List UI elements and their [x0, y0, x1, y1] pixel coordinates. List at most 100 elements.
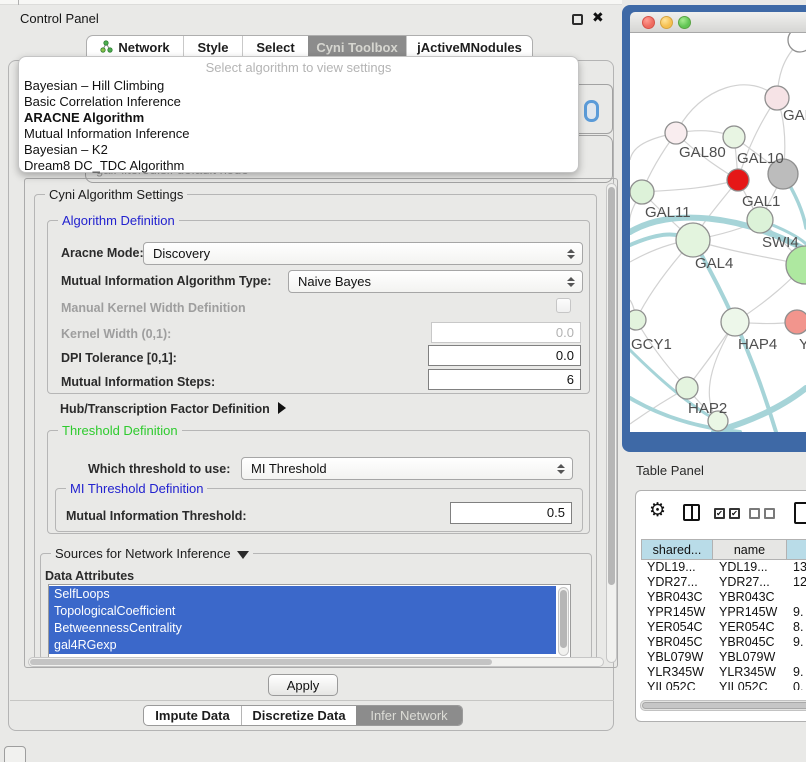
cell[interactable]: YPR145W [641, 605, 713, 620]
cell[interactable]: YBL079W [641, 650, 713, 665]
cell[interactable]: YPR145W [713, 605, 787, 620]
network-window[interactable]: GAL GAL80 GAL10 GAL1 GAL11 SWI4 GAL4 GCY… [622, 5, 806, 452]
dropdown-item[interactable]: Mutual Information Inference [19, 126, 578, 142]
node-gal80[interactable] [665, 122, 687, 144]
column-header-shared-name[interactable]: shared... [641, 540, 713, 559]
tab-impute-data[interactable]: Impute Data [144, 706, 241, 725]
float-panel-icon[interactable] [572, 14, 583, 25]
settings-vertical-scrollbar[interactable] [606, 183, 617, 663]
gear-icon[interactable]: ⚙ [649, 500, 666, 522]
list-item[interactable]: gal4RGexp [49, 637, 556, 654]
close-icon[interactable]: ✖ [592, 9, 604, 26]
minimize-traffic-light-icon[interactable] [660, 16, 673, 29]
aracne-mode-combo[interactable]: Discovery [143, 242, 583, 265]
mi-steps-field[interactable]: 6 [428, 369, 581, 390]
table-row[interactable]: YER054C YER054C 8. [641, 620, 806, 635]
cell[interactable]: YIL052C [641, 680, 713, 690]
dpi-tolerance-field[interactable]: 0.0 [428, 345, 581, 366]
node-hap4[interactable] [721, 308, 749, 336]
table-row[interactable]: YDR27... YDR27... 12 [641, 575, 806, 590]
table-row[interactable]: YBR043C YBR043C [641, 590, 806, 605]
mi-algorithm-type-combo[interactable]: Naive Bayes [288, 270, 583, 293]
cell[interactable]: YDR27... [713, 575, 787, 590]
manual-kernel-width-checkbox[interactable] [556, 298, 571, 313]
node-gcy1[interactable] [630, 310, 646, 330]
cell[interactable]: YBL079W [713, 650, 787, 665]
node-gal4[interactable] [676, 223, 710, 257]
table-horizontal-scrollbar-thumb[interactable] [642, 702, 806, 709]
dropdown-item[interactable]: Bayesian – Hill Climbing [19, 78, 578, 94]
table-row[interactable]: YPR145W YPR145W 9. [641, 605, 806, 620]
node-salmon[interactable] [785, 310, 806, 334]
mi-threshold-field[interactable]: 0.5 [450, 502, 572, 524]
network-window-titlebar[interactable] [630, 12, 806, 33]
select-all-check-icon[interactable]: ✔ [729, 508, 740, 519]
dropdown-item[interactable]: Bayesian – K2 [19, 142, 578, 158]
docked-panel-icon[interactable] [4, 746, 26, 762]
cell[interactable] [787, 650, 806, 665]
dropdown-item-selected[interactable]: ARACNE Algorithm [19, 110, 578, 126]
table-row[interactable]: YLR345W YLR345W 9. [641, 665, 806, 680]
list-item[interactable]: TopologicalCoefficient [49, 603, 556, 620]
column-header-name[interactable]: name [713, 540, 787, 559]
kernel-width-field[interactable]: 0.0 [431, 322, 581, 343]
cell[interactable]: 9. [787, 605, 806, 620]
cell[interactable]: YDR27... [641, 575, 713, 590]
list-item[interactable]: BetweennessCentrality [49, 620, 556, 637]
table-row[interactable]: YDL19... YDL19... 13 [641, 560, 806, 575]
node-gal1[interactable] [747, 207, 773, 233]
network-nodes[interactable] [630, 33, 806, 431]
new-table-icon[interactable] [794, 502, 806, 524]
cell[interactable]: YBR043C [713, 590, 787, 605]
settings-horizontal-scrollbar-thumb[interactable] [30, 659, 492, 665]
table-row[interactable]: YBL079W YBL079W [641, 650, 806, 665]
settings-horizontal-scrollbar[interactable] [28, 657, 604, 667]
list-scrollbar[interactable] [558, 587, 569, 656]
table-row[interactable]: YIL052C YIL052C 0. [641, 680, 806, 690]
apply-button[interactable]: Apply [268, 674, 338, 696]
node-gal11[interactable] [630, 180, 654, 204]
cell[interactable]: 9. [787, 665, 806, 680]
node-swi4[interactable] [786, 246, 806, 284]
split-view-icon[interactable] [683, 504, 700, 521]
cell[interactable]: YIL052C [713, 680, 787, 690]
network-canvas[interactable]: GAL GAL80 GAL10 GAL1 GAL11 SWI4 GAL4 GCY… [630, 33, 806, 432]
table-horizontal-scrollbar[interactable] [640, 700, 806, 711]
cell[interactable]: 8. [787, 620, 806, 635]
collapse-arrow-icon[interactable] [237, 551, 249, 559]
close-traffic-light-icon[interactable] [642, 16, 655, 29]
deselect-all-check-icon[interactable] [764, 508, 775, 519]
cell[interactable]: YBR043C [641, 590, 713, 605]
cell[interactable]: 13 [787, 560, 806, 575]
list-item[interactable]: SelfLoops [49, 586, 556, 603]
dropdown-item[interactable]: Dream8 DC_TDC Algorithm [19, 158, 578, 174]
list-scrollbar-thumb[interactable] [560, 590, 567, 648]
node[interactable] [788, 33, 806, 52]
column-header-clipped[interactable] [787, 540, 806, 559]
tab-discretize-data[interactable]: Discretize Data [241, 706, 356, 725]
cell[interactable]: 0. [787, 680, 806, 690]
tab-infer-network[interactable]: Infer Network [356, 706, 462, 725]
node-gal10[interactable] [723, 126, 745, 148]
select-all-check-icon[interactable]: ✔ [714, 508, 725, 519]
which-threshold-combo[interactable]: MI Threshold [241, 457, 573, 480]
node-hap2[interactable] [676, 377, 698, 399]
dropdown-item[interactable]: Basic Correlation Inference [19, 94, 578, 110]
cell[interactable]: 12 [787, 575, 806, 590]
cell[interactable]: YLR345W [641, 665, 713, 680]
cell[interactable]: 9. [787, 635, 806, 650]
zoom-traffic-light-icon[interactable] [678, 16, 691, 29]
table-row[interactable]: YBR045C YBR045C 9. [641, 635, 806, 650]
cell[interactable]: YBR045C [713, 635, 787, 650]
settings-vertical-scrollbar-thumb[interactable] [608, 187, 615, 585]
cell[interactable]: YER054C [641, 620, 713, 635]
cell[interactable]: YBR045C [641, 635, 713, 650]
cell[interactable]: YER054C [713, 620, 787, 635]
cell[interactable]: YDL19... [641, 560, 713, 575]
node-selected-red[interactable] [727, 169, 749, 191]
cell[interactable] [787, 590, 806, 605]
deselect-all-check-icon[interactable] [749, 508, 760, 519]
expand-arrow-icon[interactable] [278, 402, 286, 414]
cell[interactable]: YDL19... [713, 560, 787, 575]
hub-definition-section[interactable]: Hub/Transcription Factor Definition [60, 400, 286, 418]
